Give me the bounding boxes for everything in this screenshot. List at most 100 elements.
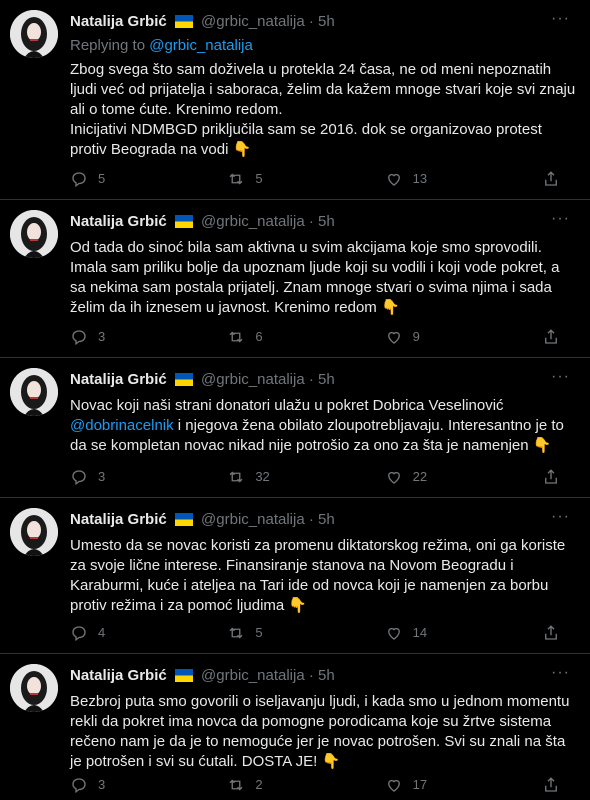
ukraine-flag-icon bbox=[174, 372, 193, 392]
avatar[interactable] bbox=[10, 664, 58, 712]
heart-icon bbox=[387, 173, 400, 186]
mention-link[interactable]: @dobrinacelnik bbox=[70, 417, 174, 434]
retweet-count: 5 bbox=[255, 171, 263, 186]
avatar[interactable] bbox=[10, 368, 58, 416]
share-button[interactable] bbox=[542, 776, 570, 794]
reply-button[interactable]: 4 bbox=[70, 624, 170, 642]
author-name[interactable]: Natalija Grbić bbox=[70, 511, 167, 528]
author-name[interactable]: Natalija Grbić bbox=[70, 371, 167, 388]
avatar[interactable] bbox=[10, 210, 58, 258]
ukraine-flag-icon bbox=[174, 214, 193, 234]
share-icon bbox=[545, 329, 557, 344]
author-name[interactable]: Natalija Grbić bbox=[70, 667, 167, 684]
share-button[interactable] bbox=[542, 328, 570, 346]
like-button[interactable]: 9 bbox=[385, 328, 485, 346]
avatar[interactable] bbox=[10, 10, 58, 58]
share-button[interactable] bbox=[542, 468, 570, 486]
like-count: 17 bbox=[412, 777, 428, 792]
retweet-button[interactable]: 5 bbox=[227, 624, 327, 642]
ukraine-flag-icon bbox=[174, 14, 193, 34]
share-button[interactable] bbox=[542, 624, 570, 642]
author-handle[interactable]: @grbic_natalija bbox=[201, 667, 305, 684]
retweet-count: 2 bbox=[255, 777, 263, 792]
tweet[interactable]: ··· Natalija Grbić @grbic_natalija · 5h … bbox=[0, 0, 590, 200]
ukraine-flag-icon bbox=[174, 512, 193, 532]
like-button[interactable]: 22 bbox=[385, 468, 485, 486]
reply-count: 4 bbox=[98, 625, 106, 640]
retweet-icon bbox=[229, 331, 243, 343]
heart-icon bbox=[387, 627, 400, 640]
retweet-icon bbox=[229, 627, 243, 639]
timestamp[interactable]: 5h bbox=[318, 213, 335, 230]
ukraine-flag-icon bbox=[174, 668, 193, 688]
retweet-count: 32 bbox=[255, 469, 270, 484]
heart-icon bbox=[387, 779, 400, 792]
heart-icon bbox=[387, 471, 400, 484]
retweet-count: 5 bbox=[255, 625, 263, 640]
tweet-text-part: Novac koji naši strani donatori ulažu u … bbox=[70, 397, 504, 414]
reply-context: Replying to @grbic_natalija bbox=[70, 36, 576, 56]
reply-icon bbox=[72, 626, 86, 642]
like-count: 14 bbox=[412, 625, 428, 640]
share-icon bbox=[545, 171, 557, 186]
separator-dot: · bbox=[308, 213, 314, 230]
timestamp[interactable]: 5h bbox=[318, 511, 335, 528]
author-handle[interactable]: @grbic_natalija bbox=[201, 371, 305, 388]
tweet-text: Zbog svega što sam doživela u protekla 2… bbox=[70, 61, 576, 158]
reply-icon bbox=[72, 778, 86, 794]
like-count: 13 bbox=[412, 171, 428, 186]
tweet-text: Umesto da se novac koristi za promenu di… bbox=[70, 537, 566, 614]
like-count: 9 bbox=[412, 329, 420, 344]
author-name[interactable]: Natalija Grbić bbox=[70, 213, 167, 230]
reply-count: 3 bbox=[98, 329, 106, 344]
retweet-icon bbox=[229, 779, 243, 791]
tweet[interactable]: ··· Natalija Grbić @grbic_natalija · 5h … bbox=[0, 654, 590, 800]
retweet-button[interactable]: 5 bbox=[227, 170, 327, 188]
separator-dot: · bbox=[308, 371, 314, 388]
retweet-button[interactable]: 2 bbox=[227, 776, 327, 794]
tweet[interactable]: ··· Natalija Grbić @grbic_natalija · 5h … bbox=[0, 498, 590, 654]
avatar[interactable] bbox=[10, 508, 58, 556]
retweet-icon bbox=[229, 173, 243, 185]
tweet-text: Od tada do sinoć bila sam aktivna u svim… bbox=[70, 239, 560, 316]
reply-icon bbox=[72, 172, 86, 188]
retweet-icon bbox=[229, 471, 243, 483]
reply-button[interactable]: 3 bbox=[70, 468, 170, 486]
author-handle[interactable]: @grbic_natalija bbox=[201, 213, 305, 230]
share-icon bbox=[545, 777, 557, 792]
reply-count: 3 bbox=[98, 469, 106, 484]
tweet[interactable]: ··· Natalija Grbić @grbic_natalija · 5h … bbox=[0, 358, 590, 498]
tweet-text: Bezbroj puta smo govorili o iseljavanju … bbox=[70, 693, 570, 770]
reply-mention-link[interactable]: @grbic_natalija bbox=[149, 37, 253, 54]
retweet-count: 6 bbox=[255, 329, 263, 344]
separator-dot: · bbox=[308, 667, 314, 684]
reply-icon bbox=[72, 330, 86, 346]
reply-button[interactable]: 3 bbox=[70, 328, 170, 346]
share-icon bbox=[545, 625, 557, 640]
reply-count: 3 bbox=[98, 777, 106, 792]
tweet[interactable]: ··· Natalija Grbić @grbic_natalija · 5h … bbox=[0, 200, 590, 358]
author-handle[interactable]: @grbic_natalija bbox=[201, 511, 305, 528]
retweet-button[interactable]: 6 bbox=[227, 328, 327, 346]
tweet-text: Novac koji naši strani donatori ulažu u … bbox=[70, 396, 576, 456]
reply-button[interactable]: 5 bbox=[70, 170, 170, 188]
like-button[interactable]: 14 bbox=[385, 624, 485, 642]
reply-icon bbox=[72, 470, 86, 486]
timestamp[interactable]: 5h bbox=[318, 667, 335, 684]
heart-icon bbox=[387, 331, 400, 344]
like-button[interactable]: 13 bbox=[385, 170, 485, 188]
retweet-button[interactable]: 32 bbox=[227, 468, 327, 486]
separator-dot: · bbox=[308, 511, 314, 528]
timestamp[interactable]: 5h bbox=[318, 13, 335, 30]
like-count: 22 bbox=[412, 469, 428, 484]
share-icon bbox=[545, 469, 557, 484]
author-name[interactable]: Natalija Grbić bbox=[70, 13, 167, 30]
reply-count: 5 bbox=[98, 171, 106, 186]
author-handle[interactable]: @grbic_natalija bbox=[201, 13, 305, 30]
timestamp[interactable]: 5h bbox=[318, 371, 335, 388]
separator-dot: · bbox=[308, 13, 314, 30]
like-button[interactable]: 17 bbox=[385, 776, 485, 794]
reply-button[interactable]: 3 bbox=[70, 776, 170, 794]
share-button[interactable] bbox=[542, 170, 570, 188]
reply-prefix: Replying to bbox=[70, 37, 146, 54]
